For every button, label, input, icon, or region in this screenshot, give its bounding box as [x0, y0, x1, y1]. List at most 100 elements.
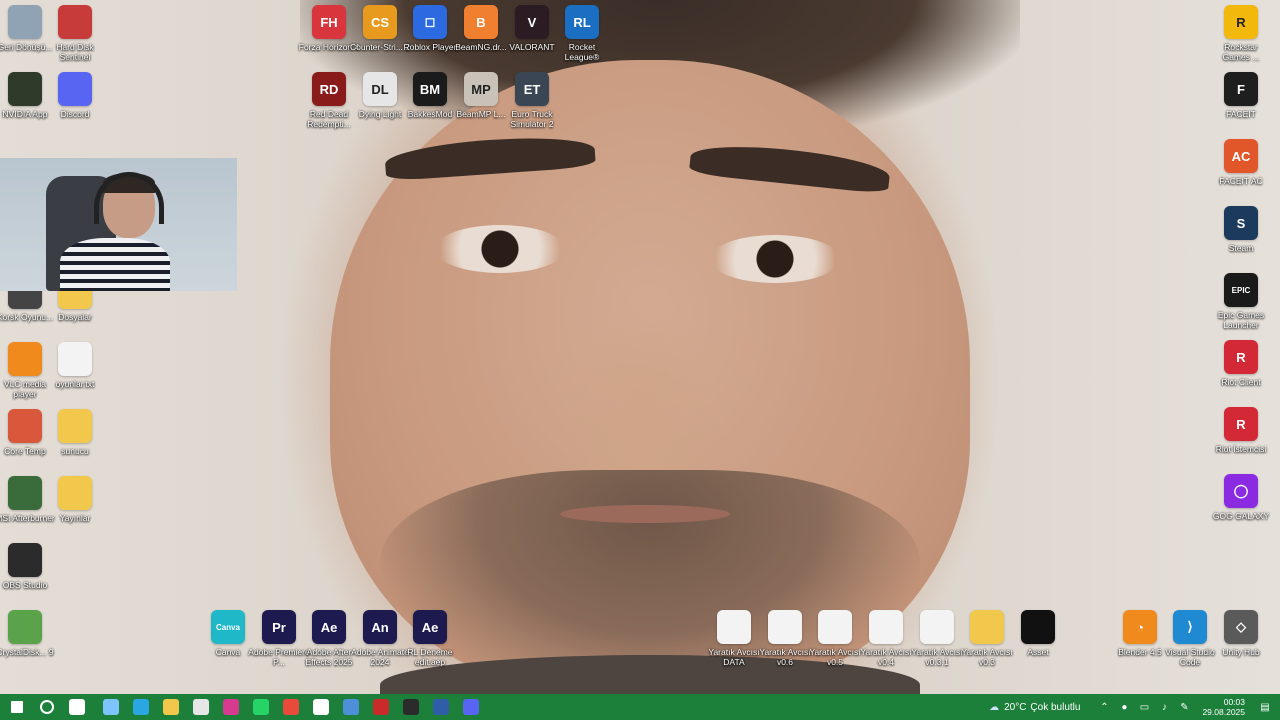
premiere-icon: Pr	[262, 610, 296, 644]
desktop-shortcut[interactable]: RL Rocket League®	[552, 5, 612, 62]
epic-games-icon: EPIC	[1224, 273, 1258, 307]
taskbar-button[interactable]	[396, 694, 426, 720]
weather-desc[interactable]: Çok bulutlu	[1030, 702, 1080, 713]
search-icon	[40, 700, 54, 714]
desktop-shortcut[interactable]: Ae RL Deneme edit.aep	[400, 610, 460, 667]
riot-client-icon: R	[1224, 407, 1258, 441]
desktop-shortcut[interactable]: R Riot Client	[1211, 340, 1271, 387]
weather-temp[interactable]: 20°C	[1004, 702, 1026, 713]
desktop[interactable]: Geri Dönüşü... Hard Disk Sentinel NVIDIA A…	[0, 0, 1280, 694]
bakkesmod-icon: BM	[413, 72, 447, 106]
desktop-shortcut[interactable]: oyunlar.txt	[45, 342, 105, 389]
notification-icon[interactable]: ▤	[1258, 700, 1272, 714]
volume-icon[interactable]: ♪	[1157, 700, 1171, 714]
wallpaper-eye	[435, 225, 565, 273]
euro-truck-icon: ET	[515, 72, 549, 106]
desktop-shortcut[interactable]: Discord	[45, 72, 105, 119]
discord-app-icon	[463, 699, 479, 715]
desktop-shortcut[interactable]: CrystalDisk... 9	[0, 610, 55, 657]
desktop-shortcut-label: sunucu	[61, 446, 89, 456]
taskbar-button[interactable]	[456, 694, 486, 720]
file-icon	[818, 610, 852, 644]
clock-date: 29.08.2025	[1202, 707, 1245, 717]
discord-icon	[58, 72, 92, 106]
recycle-bin-icon	[8, 5, 42, 39]
copilot-icon	[103, 699, 119, 715]
desktop-shortcut[interactable]: R Rockstar Games ...	[1211, 5, 1271, 62]
taskbar-button[interactable]	[62, 694, 92, 720]
taskbar-button[interactable]	[96, 694, 126, 720]
edge-icon	[133, 699, 149, 715]
desktop-shortcut[interactable]: EPIC Epic Games Launcher	[1211, 273, 1271, 330]
beammp-icon: MP	[464, 72, 498, 106]
desktop-shortcut[interactable]: R Riot İstemcisi	[1211, 407, 1271, 454]
taskbar-button[interactable]	[426, 694, 456, 720]
file-icon	[869, 610, 903, 644]
taskbar-button[interactable]	[336, 694, 366, 720]
wallpaper-eye	[710, 235, 840, 283]
clock[interactable]: 00:03 29.08.2025	[1202, 697, 1245, 717]
desktop-shortcut-label: Rocket League®	[564, 42, 600, 62]
beamng-icon: B	[464, 5, 498, 39]
desktop-shortcut[interactable]: OBS Studio	[0, 543, 55, 590]
clock-time: 00:03	[1223, 697, 1245, 707]
record-icon	[403, 699, 419, 715]
desktop-shortcut[interactable]: Asset	[1008, 610, 1068, 657]
desktop-shortcut-label: Yayınlar	[59, 513, 91, 523]
desktop-shortcut-label: Rockstar Games ...	[1222, 42, 1260, 62]
desktop-shortcut[interactable]: F FACEIT	[1211, 72, 1271, 119]
desktop-shortcut-label: Dosyalar	[58, 312, 92, 322]
taskbar-button[interactable]	[246, 694, 276, 720]
folder-icon	[58, 476, 92, 510]
desktop-shortcut[interactable]: Hard Disk Sentinel	[45, 5, 105, 62]
desktop-shortcut[interactable]: Yayınlar	[45, 476, 105, 523]
wallpaper-mouth	[560, 505, 730, 523]
taskbar-button[interactable]	[32, 694, 62, 720]
app-icon	[343, 699, 359, 715]
desktop-shortcut[interactable]: ET Euro Truck Simulator 2	[502, 72, 562, 129]
hard-disk-sentinel-icon	[58, 5, 92, 39]
gog-galaxy-icon: ◯	[1224, 474, 1258, 508]
vscode-icon: ⟩	[1173, 610, 1207, 644]
folder-icon	[970, 610, 1004, 644]
desktop-shortcut[interactable]: S Steam	[1211, 206, 1271, 253]
desktop-shortcut-label: Riot Client	[1221, 377, 1261, 387]
desktop-shortcut-label: GOG GALAXY	[1212, 511, 1270, 521]
chrome-icon	[283, 699, 299, 715]
task-view-icon	[69, 699, 85, 715]
webcam-person-torso	[60, 238, 170, 291]
red-dead-icon: RD	[312, 72, 346, 106]
desktop-shortcut-label: Epic Games Launcher	[1217, 310, 1265, 330]
network-icon[interactable]: ▭	[1137, 700, 1151, 714]
wallpaper-nose	[560, 300, 720, 480]
desktop-shortcut[interactable]: ◯ GOG GALAXY	[1211, 474, 1271, 521]
riot-client-icon: R	[1224, 340, 1258, 374]
taskbar-button[interactable]	[2, 694, 32, 720]
chevron-up-icon[interactable]: ⌃	[1097, 700, 1111, 714]
taskbar-button[interactable]	[156, 694, 186, 720]
taskbar-button[interactable]	[306, 694, 336, 720]
dying-light-icon: DL	[363, 72, 397, 106]
obs-icon	[8, 543, 42, 577]
rockstar-icon: R	[1224, 5, 1258, 39]
desktop-shortcut-label: Steam	[1228, 243, 1254, 253]
taskbar-button[interactable]	[366, 694, 396, 720]
desktop-shortcut[interactable]: sunucu	[45, 409, 105, 456]
desktop-shortcut-label: Asset	[1027, 647, 1049, 657]
taskbar-button[interactable]	[186, 694, 216, 720]
desktop-shortcut[interactable]: ◇ Unity Hub	[1211, 610, 1271, 657]
microphone-icon[interactable]: ●	[1117, 700, 1131, 714]
msi-afterburner-icon	[8, 476, 42, 510]
desktop-shortcut-label: Unity Hub	[1222, 647, 1260, 657]
taskbar-button[interactable]	[276, 694, 306, 720]
taskbar-button[interactable]	[216, 694, 246, 720]
pen-icon[interactable]: ✎	[1177, 700, 1191, 714]
file-explorer-icon	[163, 699, 179, 715]
desktop-shortcut[interactable]: AC FACEIT AC	[1211, 139, 1271, 186]
taskbar-button[interactable]	[126, 694, 156, 720]
weather-icon[interactable]: ☁	[987, 700, 1001, 714]
system-tray: ☁ 20°C Çok bulutlu ⌃ ● ▭ ♪ ✎ 00:03 29.08…	[984, 694, 1280, 720]
desktop-shortcut-label: Riot İstemcisi	[1215, 444, 1267, 454]
folder-icon	[58, 409, 92, 443]
file-icon	[920, 610, 954, 644]
